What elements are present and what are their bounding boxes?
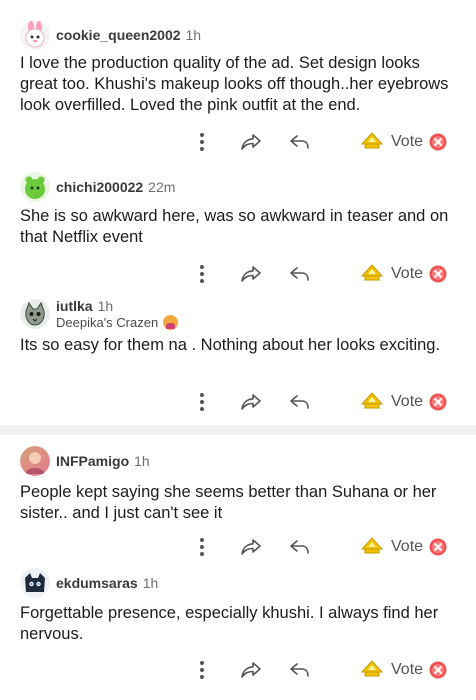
share-arrow-icon <box>241 662 261 678</box>
comment-actions: Vote <box>0 390 476 414</box>
reply-arrow-icon <box>290 540 309 554</box>
more-button[interactable] <box>195 535 209 559</box>
vote-control: Vote <box>361 535 455 559</box>
upvote-award-icon[interactable] <box>361 537 383 557</box>
share-button[interactable] <box>240 262 262 286</box>
comment-text: She is so awkward here, was so awkward i… <box>20 207 449 246</box>
username[interactable]: INFPamigo <box>56 453 129 469</box>
green-blob-avatar-icon <box>20 172 50 202</box>
comment-header: INFPamigo 1h <box>20 445 150 477</box>
comment-actions: Vote <box>0 658 476 682</box>
timestamp: 1h <box>134 453 150 469</box>
downvote-x-icon[interactable] <box>429 393 447 411</box>
vote-label: Vote <box>391 393 424 410</box>
upvote-award-icon[interactable] <box>361 660 383 680</box>
share-button[interactable] <box>240 658 262 682</box>
more-vertical-icon <box>200 661 204 679</box>
reply-button[interactable] <box>289 262 311 286</box>
reply-button[interactable] <box>289 130 311 154</box>
cat-avatar-icon <box>20 299 50 329</box>
share-arrow-icon <box>241 134 261 150</box>
vote-control: Vote <box>361 130 455 154</box>
user-flair: Deepika's Crazen <box>56 315 179 330</box>
more-vertical-icon <box>200 133 204 151</box>
comment-header: chichi200022 22m <box>20 171 175 203</box>
reply-button[interactable] <box>289 390 311 414</box>
dark-creature-avatar-icon <box>20 568 50 598</box>
avatar[interactable] <box>20 20 50 50</box>
reply-arrow-icon <box>290 663 309 677</box>
comment-text: Forgettable presence, especially khushi.… <box>20 604 439 643</box>
comment-actions: Vote <box>0 262 476 286</box>
more-button[interactable] <box>195 130 209 154</box>
avatar[interactable] <box>20 299 50 329</box>
timestamp: 1h <box>142 575 159 591</box>
upvote-award-icon[interactable] <box>361 132 383 152</box>
downvote-x-icon[interactable] <box>429 133 447 151</box>
share-arrow-icon <box>241 394 261 410</box>
vote-label: Vote <box>391 133 424 150</box>
reply-arrow-icon <box>290 395 309 409</box>
share-button[interactable] <box>240 535 262 559</box>
vote-control: Vote <box>361 262 455 286</box>
comment-actions: Vote <box>0 535 476 559</box>
thread-divider <box>0 425 476 435</box>
comment-header: iutlka 1h Deepika's Crazen <box>20 298 179 330</box>
comment-text: I love the production quality of the ad.… <box>20 54 449 114</box>
share-button[interactable] <box>240 390 262 414</box>
more-vertical-icon <box>200 393 204 411</box>
comment-text: People kept saying she seems better than… <box>20 483 437 522</box>
reply-arrow-icon <box>290 267 309 281</box>
reply-button[interactable] <box>289 535 311 559</box>
flair-text: Deepika's Crazen <box>56 315 159 330</box>
more-button[interactable] <box>195 262 209 286</box>
upvote-award-icon[interactable] <box>361 392 383 412</box>
bunny-avatar-icon <box>20 20 50 50</box>
more-button[interactable] <box>195 658 209 682</box>
more-vertical-icon <box>200 265 204 283</box>
comment-text: Its so easy for them na . Nothing about … <box>20 336 441 354</box>
avatar[interactable] <box>20 568 50 598</box>
reply-button[interactable] <box>289 658 311 682</box>
more-vertical-icon <box>200 538 204 556</box>
vote-label: Vote <box>391 265 424 282</box>
downvote-x-icon[interactable] <box>429 538 447 556</box>
timestamp: 22m <box>148 179 176 195</box>
avatar[interactable] <box>20 446 50 476</box>
vote-label: Vote <box>391 661 424 678</box>
username[interactable]: ekdumsaras <box>56 575 138 591</box>
reply-arrow-icon <box>290 135 309 149</box>
avatar[interactable] <box>20 172 50 202</box>
upvote-award-icon[interactable] <box>361 264 383 284</box>
vote-control: Vote <box>361 658 455 682</box>
flair-emoji-icon <box>163 315 179 330</box>
timestamp: 1h <box>185 27 202 43</box>
timestamp: 1h <box>97 298 114 314</box>
username[interactable]: cookie_queen2002 <box>56 27 181 43</box>
comment-actions: Vote <box>0 130 476 154</box>
downvote-x-icon[interactable] <box>429 661 447 679</box>
photo-avatar-icon <box>20 446 50 476</box>
vote-label: Vote <box>391 538 424 555</box>
downvote-x-icon[interactable] <box>429 265 447 283</box>
share-arrow-icon <box>241 266 261 282</box>
username[interactable]: chichi200022 <box>56 179 143 195</box>
comment-header: ekdumsaras 1h <box>20 567 158 599</box>
share-button[interactable] <box>240 130 262 154</box>
more-button[interactable] <box>195 390 209 414</box>
comment-header: cookie_queen2002 1h <box>20 19 201 51</box>
username[interactable]: iutlka <box>56 298 93 314</box>
vote-control: Vote <box>361 390 455 414</box>
share-arrow-icon <box>241 539 261 555</box>
